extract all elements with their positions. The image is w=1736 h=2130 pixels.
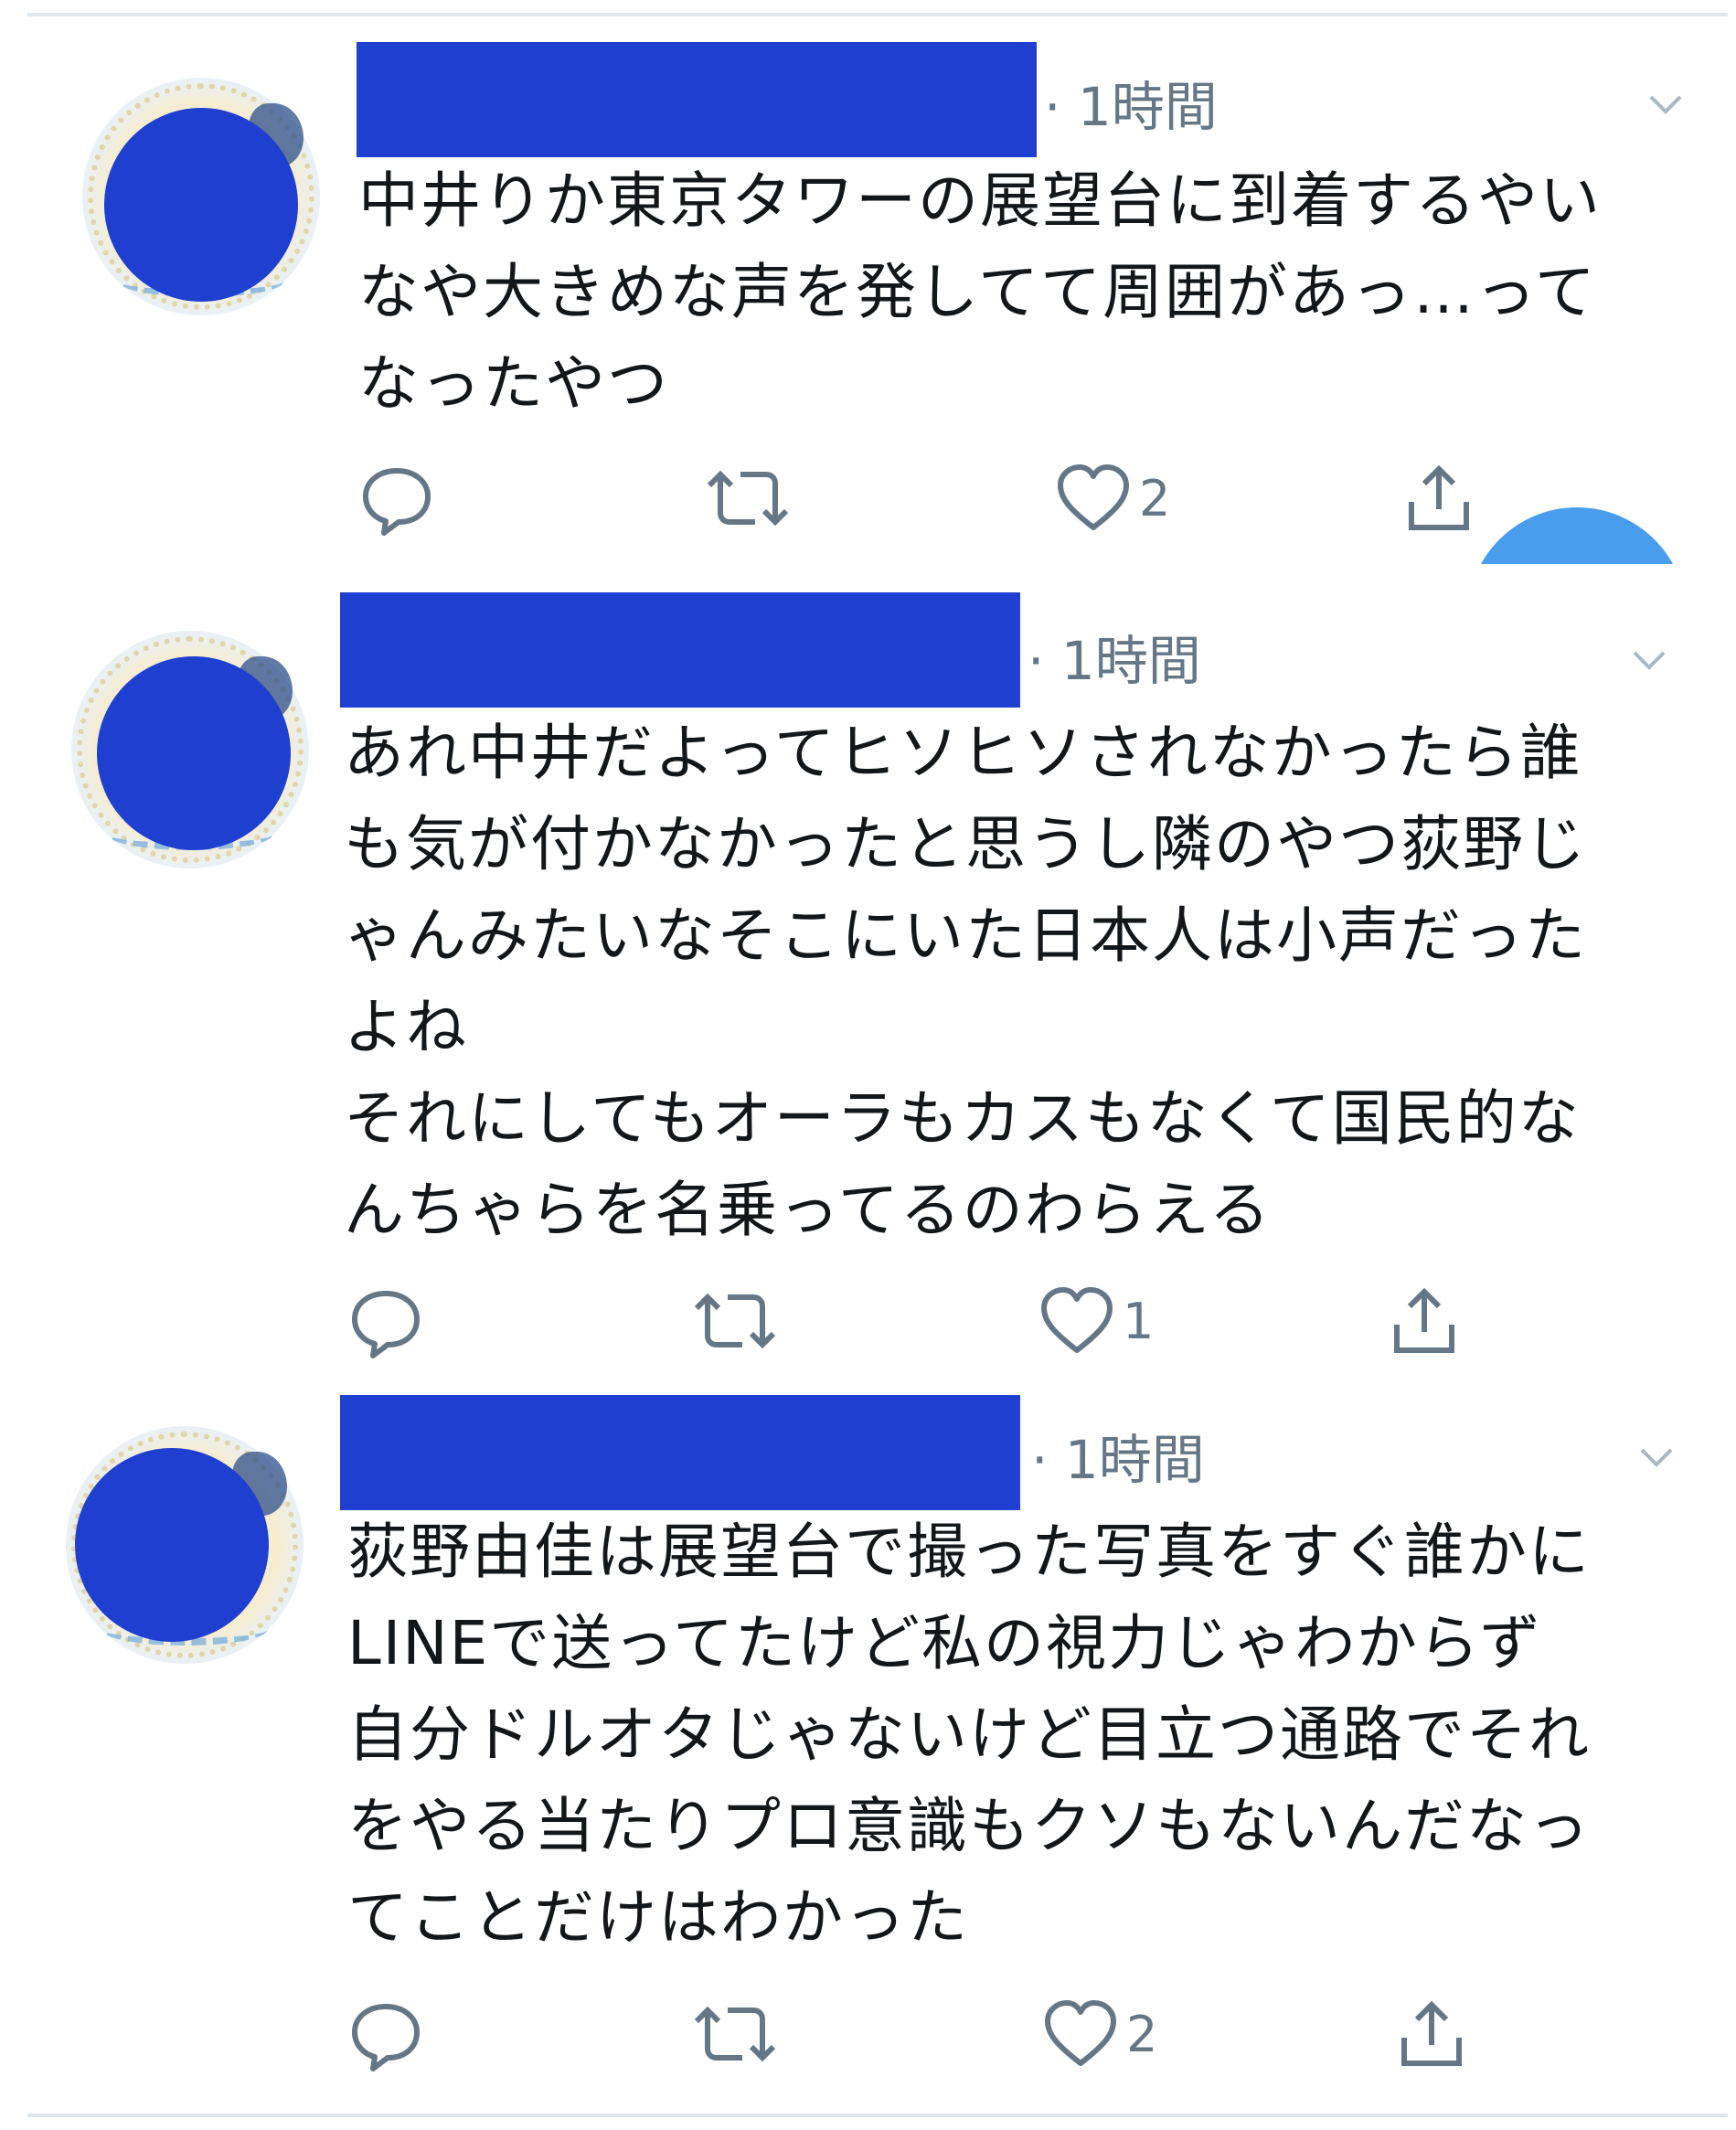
compose-fab[interactable] bbox=[1444, 507, 1719, 564]
heart-icon bbox=[1058, 464, 1129, 530]
tweet-timestamp[interactable]: · 1時間 bbox=[1044, 80, 1218, 133]
reply-icon bbox=[352, 1291, 420, 1358]
share-button[interactable] bbox=[1386, 1280, 1463, 1362]
username-redaction bbox=[357, 42, 1037, 157]
heart-icon bbox=[1041, 1287, 1113, 1353]
retweet-icon bbox=[694, 1293, 776, 1349]
like-count: 2 bbox=[1126, 2005, 1158, 2063]
avatar-redaction bbox=[97, 656, 291, 850]
tweet-actions: 2 bbox=[358, 457, 1547, 539]
chevron-down-icon[interactable] bbox=[1629, 640, 1669, 680]
avatar-redaction bbox=[104, 108, 298, 302]
tweet-timestamp[interactable]: · 1時間 bbox=[1031, 1433, 1205, 1486]
tweet-actions: 1 bbox=[347, 1280, 1536, 1362]
bottom-divider bbox=[27, 2114, 1728, 2117]
heart-icon bbox=[1045, 2000, 1116, 2066]
like-button[interactable]: 2 bbox=[1055, 457, 1170, 539]
chevron-down-icon[interactable] bbox=[1645, 84, 1686, 124]
like-button[interactable]: 1 bbox=[1038, 1280, 1154, 1362]
share-icon bbox=[1401, 2000, 1462, 2066]
avatar-redaction bbox=[75, 1448, 269, 1642]
username-redaction bbox=[340, 1395, 1020, 1510]
reply-icon bbox=[352, 2004, 420, 2071]
retweet-button[interactable] bbox=[691, 1993, 786, 2075]
share-icon bbox=[1394, 1287, 1454, 1353]
tweet-text: あれ中井だよってヒソヒソされなかったら誰 も気が付かなかったと思うし隣のやつ荻野… bbox=[344, 718, 1587, 1245]
reply-button[interactable] bbox=[358, 457, 442, 539]
retweet-button[interactable] bbox=[691, 1280, 786, 1362]
retweet-button[interactable] bbox=[704, 457, 799, 539]
retweet-icon bbox=[707, 470, 789, 527]
reply-button[interactable] bbox=[347, 1280, 431, 1362]
share-button[interactable] bbox=[1393, 1993, 1470, 2075]
tweet-actions: 2 bbox=[347, 1993, 1536, 2075]
retweet-icon bbox=[694, 2006, 776, 2062]
reply-icon bbox=[363, 468, 431, 536]
reply-button[interactable] bbox=[347, 1993, 431, 2075]
top-divider bbox=[27, 13, 1728, 16]
like-count: 1 bbox=[1123, 1292, 1155, 1350]
tweet-text: 中井りか東京タワーの展望台に到着するやい なや大きめな声を発してて周囲があっ…っ… bbox=[358, 165, 1602, 419]
username-redaction bbox=[340, 592, 1020, 708]
like-button[interactable]: 2 bbox=[1042, 1993, 1157, 2075]
tweet-text: 荻野由佳は展望台で撮った写真をすぐ誰かに LINEで送ってたけど私の視力じゃわか… bbox=[347, 1517, 1591, 1953]
tweet-timestamp[interactable]: · 1時間 bbox=[1028, 634, 1201, 687]
chevron-down-icon[interactable] bbox=[1636, 1437, 1677, 1477]
like-count: 2 bbox=[1139, 469, 1171, 527]
